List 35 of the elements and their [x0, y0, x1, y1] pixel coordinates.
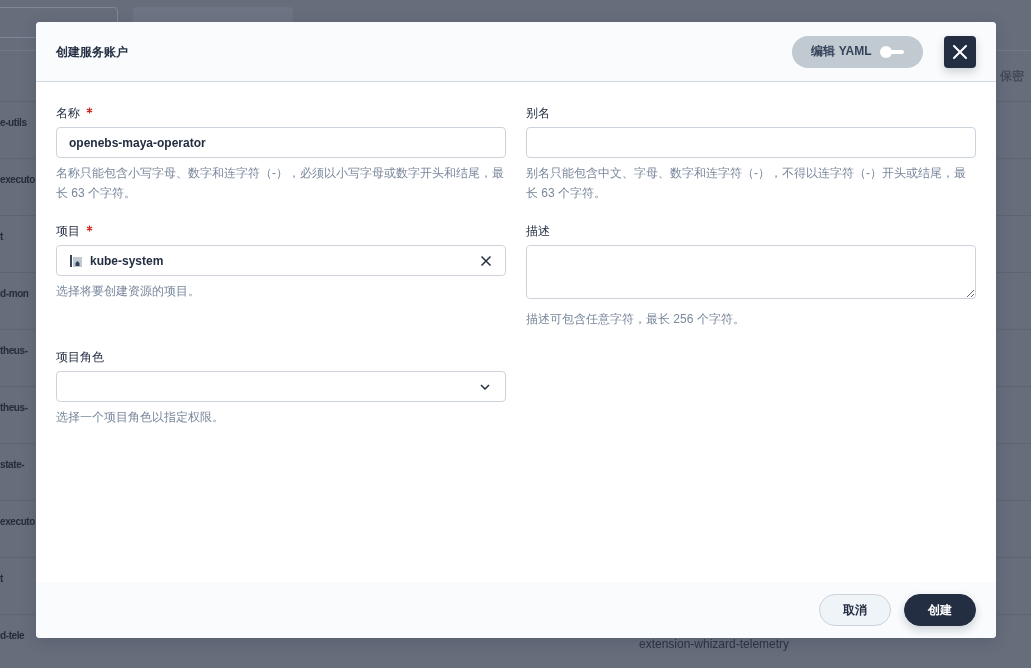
dialog-title: 创建服务账户: [56, 43, 128, 61]
create-button[interactable]: 创建: [904, 594, 976, 626]
table-cell: theus-: [0, 401, 28, 415]
table-cell: t: [0, 230, 3, 244]
field-hint: 描述可包含任意字符，最长 256 个字符。: [526, 311, 746, 328]
edit-yaml-toggle[interactable]: 编辑 YAML: [792, 35, 923, 68]
table-cell: extension-whizard-telemetry: [639, 637, 790, 651]
field-label: 项目: [56, 223, 80, 240]
close-icon: [953, 44, 967, 59]
select-field[interactable]: kube-system: [56, 245, 506, 276]
table-cell: state-: [0, 458, 25, 472]
field-hint: 选择一个项目角色以指定权限。: [56, 409, 225, 426]
table-cell: theus-: [0, 344, 28, 358]
field-label: 描述: [526, 223, 550, 240]
field-hint: 名称只能包含小写字母、数字和连字符（-），必须以小写字母或数字开头和结尾，最长 63 个字符。: [56, 165, 505, 202]
table-cell: executo: [0, 173, 35, 187]
clear-icon[interactable]: [480, 254, 492, 267]
table-cell: d-mon: [0, 287, 29, 301]
table-cell: e-utils: [0, 116, 27, 130]
close-button[interactable]: [944, 35, 976, 68]
field-hint: 选择将要创建资源的项目。: [56, 283, 201, 300]
textarea-field[interactable]: [526, 245, 976, 299]
table-cell: executo: [0, 515, 35, 529]
house-tile-icon: [70, 254, 82, 267]
field-hint: 别名只能包含中文、字母、数字和连字符（-），不得以连字符（-）开头或结尾，最长 63 个字符。: [526, 165, 967, 202]
select-field[interactable]: [56, 371, 506, 402]
field-label: 别名: [526, 105, 550, 122]
table-cell: t: [0, 572, 3, 586]
text-input-field[interactable]: [526, 127, 976, 158]
cancel-button[interactable]: 取消: [819, 594, 891, 626]
field-label: 名称: [56, 105, 80, 122]
chevron-down-icon[interactable]: [480, 383, 490, 390]
text-input-field[interactable]: openebs-maya-operator: [56, 127, 506, 158]
table-cell: d-tele: [0, 629, 25, 643]
field-label: 项目角色: [56, 349, 104, 366]
